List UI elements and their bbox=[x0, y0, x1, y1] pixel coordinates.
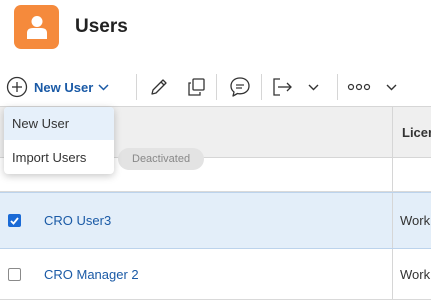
edit-button[interactable] bbox=[146, 68, 172, 106]
more-icon bbox=[347, 83, 371, 91]
license-cell bbox=[392, 158, 431, 191]
row-checkbox-cell[interactable] bbox=[0, 193, 28, 248]
more-menu-button[interactable] bbox=[380, 68, 402, 106]
message-icon bbox=[230, 77, 250, 97]
users-app-icon bbox=[14, 5, 59, 49]
user-icon bbox=[27, 16, 47, 39]
toolbar-divider bbox=[136, 74, 137, 100]
comment-button[interactable] bbox=[226, 68, 254, 106]
new-user-button[interactable]: New User bbox=[6, 68, 126, 106]
page-title: Users bbox=[75, 16, 128, 37]
copy-icon bbox=[188, 78, 205, 96]
export-icon bbox=[273, 78, 292, 96]
toolbar-divider bbox=[337, 74, 338, 100]
chevron-down-icon bbox=[98, 83, 109, 91]
user-name-link[interactable]: CRO User3 bbox=[44, 193, 111, 248]
new-user-dropdown-menu: New User Import Users bbox=[4, 107, 114, 174]
more-button[interactable] bbox=[345, 68, 373, 106]
toolbar-divider bbox=[261, 74, 262, 100]
export-button[interactable] bbox=[268, 68, 296, 106]
menu-item-import-users[interactable]: Import Users bbox=[4, 141, 114, 174]
checkmark-icon bbox=[9, 216, 19, 225]
toolbar: New User bbox=[0, 68, 431, 106]
plus-circle-icon bbox=[6, 76, 28, 98]
license-cell: Work bbox=[392, 249, 431, 299]
new-user-label: New User bbox=[34, 79, 94, 95]
copy-button[interactable] bbox=[183, 68, 209, 106]
row-checkbox[interactable] bbox=[7, 267, 21, 281]
column-header-license[interactable]: Licen bbox=[392, 107, 431, 157]
table-row[interactable]: CRO User3 Work bbox=[0, 192, 431, 249]
menu-item-new-user[interactable]: New User bbox=[4, 107, 114, 140]
table-row[interactable]: CRO Manager 2 Work bbox=[0, 249, 431, 300]
chevron-down-icon bbox=[308, 84, 318, 90]
page-header: Users bbox=[0, 0, 431, 62]
user-name-link[interactable]: CRO Manager 2 bbox=[44, 249, 139, 299]
row-checkbox[interactable] bbox=[7, 214, 21, 227]
chevron-down-icon bbox=[386, 84, 396, 90]
row-checkbox-cell[interactable] bbox=[0, 249, 28, 299]
toolbar-divider bbox=[216, 74, 217, 100]
status-badge: Deactivated bbox=[118, 148, 205, 170]
edit-icon bbox=[151, 79, 167, 95]
export-menu-button[interactable] bbox=[302, 68, 324, 106]
license-cell: Work bbox=[392, 193, 431, 248]
